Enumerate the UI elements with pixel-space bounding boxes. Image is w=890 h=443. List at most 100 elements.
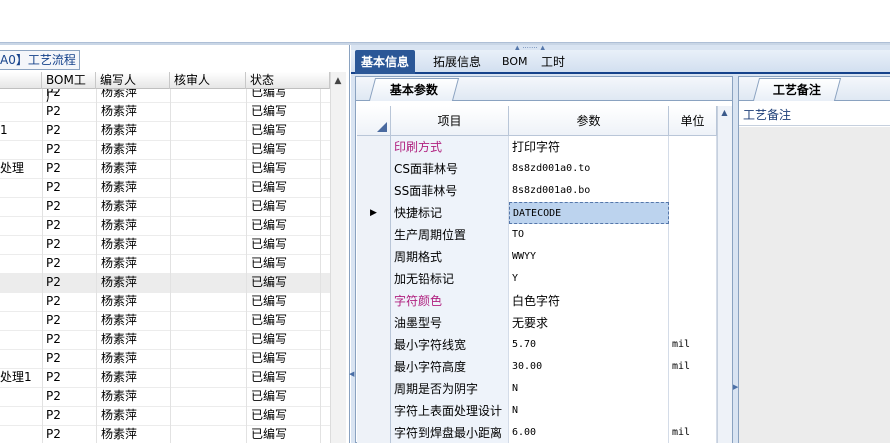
cell-process-name bbox=[0, 311, 40, 330]
process-list-header: BOM工厂 编写人 核审人 状态 bbox=[0, 72, 346, 104]
splitter-arrow-icon[interactable]: ◀ bbox=[349, 370, 354, 382]
current-row-arrow-icon[interactable]: ▶ bbox=[357, 202, 391, 224]
column-header-unit[interactable]: 单位 bbox=[669, 106, 717, 136]
row-selector[interactable] bbox=[357, 246, 391, 268]
row-selector[interactable] bbox=[357, 268, 391, 290]
table-row[interactable]: 1 P2 杨素萍 已编写 bbox=[0, 121, 330, 141]
column-header-status[interactable]: 状态 bbox=[246, 72, 330, 89]
cell-item: 印刷方式 bbox=[391, 136, 509, 158]
table-row[interactable]: 印刷方式 打印字符 bbox=[357, 136, 717, 159]
table-row[interactable]: P2 杨素萍 已编写 bbox=[0, 178, 330, 198]
table-row[interactable]: P2 杨素萍 已编写 bbox=[0, 387, 330, 407]
cell-value[interactable]: 白色字符 bbox=[509, 290, 669, 312]
column-header-reviewer[interactable]: 核审人 bbox=[170, 72, 246, 89]
cell-status: 已编写 bbox=[251, 389, 288, 403]
process-list-scrollbar[interactable] bbox=[330, 72, 346, 443]
table-row[interactable]: 周期是否为阴字 N bbox=[357, 378, 717, 401]
cell-value[interactable]: WWYY bbox=[509, 246, 669, 268]
tab-basic-params[interactable]: 基本参数 bbox=[368, 78, 460, 101]
table-row[interactable]: 字符到焊盘最小距离 6.00 mil bbox=[357, 422, 717, 443]
params-grid-scrollbar[interactable] bbox=[717, 106, 732, 443]
table-row[interactable]: P2 杨素萍 已编写 bbox=[0, 89, 330, 103]
table-row[interactable]: P2 杨素萍 已编写 bbox=[0, 273, 330, 293]
row-selector[interactable] bbox=[357, 400, 391, 422]
tab-work-hours[interactable]: 工时 bbox=[535, 50, 571, 74]
table-row[interactable]: P2 杨素萍 已编写 bbox=[0, 235, 330, 255]
cell-value[interactable]: 打印字符 bbox=[509, 136, 669, 158]
table-row[interactable]: P2 杨素萍 已编写 bbox=[0, 216, 330, 236]
cell-value[interactable]: N bbox=[509, 378, 669, 400]
table-row[interactable]: 加无铅标记 Y bbox=[357, 268, 717, 291]
table-row[interactable]: P2 杨素萍 已编写 bbox=[0, 292, 330, 312]
table-row[interactable]: SS面菲林号 8s8zd001a0.bo bbox=[357, 180, 717, 203]
table-row[interactable]: 处理1 P2 杨素萍 已编写 bbox=[0, 368, 330, 388]
column-header-name[interactable] bbox=[0, 72, 42, 89]
table-row[interactable]: 油墨型号 无要求 bbox=[357, 312, 717, 335]
cell-factory: P2 bbox=[46, 161, 61, 175]
cell-item: 字符颜色 bbox=[391, 290, 509, 312]
cell-reviewer bbox=[174, 197, 244, 216]
table-row[interactable]: P2 杨素萍 已编写 bbox=[0, 254, 330, 274]
table-row[interactable]: 生产周期位置 TO bbox=[357, 224, 717, 247]
column-divider bbox=[246, 89, 247, 443]
row-selector[interactable] bbox=[357, 312, 391, 334]
table-row[interactable]: P2 杨素萍 已编写 bbox=[0, 330, 330, 350]
cell-value[interactable]: N bbox=[509, 400, 669, 422]
table-row[interactable]: P2 杨素萍 已编写 bbox=[0, 197, 330, 217]
row-selector[interactable] bbox=[357, 224, 391, 246]
row-selector[interactable] bbox=[357, 378, 391, 400]
row-selector[interactable] bbox=[357, 290, 391, 312]
cell-reviewer bbox=[174, 121, 244, 140]
column-header-value[interactable]: 参数 bbox=[509, 106, 669, 136]
row-selector[interactable] bbox=[357, 334, 391, 356]
tab-basic-info[interactable]: 基本信息 bbox=[355, 50, 416, 74]
cell-value[interactable]: 8s8zd001a0.to bbox=[509, 158, 669, 180]
row-selector[interactable] bbox=[357, 158, 391, 180]
cell-writer: 杨素萍 bbox=[101, 370, 138, 384]
table-row[interactable]: 最小字符线宽 5.70 mil bbox=[357, 334, 717, 357]
cell-item: 周期格式 bbox=[391, 246, 509, 268]
cell-value[interactable]: DATECODE bbox=[509, 202, 669, 224]
cell-writer: 杨素萍 bbox=[101, 237, 138, 251]
cell-process-name bbox=[0, 273, 40, 292]
column-header-writer[interactable]: 编写人 bbox=[96, 72, 170, 89]
table-row[interactable]: P2 杨素萍 已编写 bbox=[0, 311, 330, 331]
row-selector[interactable] bbox=[357, 180, 391, 202]
cell-reviewer bbox=[174, 425, 244, 443]
tab-bom[interactable]: BOM bbox=[496, 50, 534, 74]
cell-value[interactable]: TO bbox=[509, 224, 669, 246]
table-row[interactable]: P2 杨素萍 已编写 bbox=[0, 140, 330, 160]
column-header-item[interactable]: 项目 bbox=[391, 106, 509, 136]
cell-status: 已编写 bbox=[251, 123, 288, 137]
cell-writer: 杨素萍 bbox=[101, 256, 138, 270]
tab-extended-info[interactable]: 拓展信息 bbox=[427, 50, 487, 74]
cell-writer: 杨素萍 bbox=[101, 313, 138, 327]
tab-process-flow[interactable]: A0】工艺流程 bbox=[0, 50, 80, 70]
cell-value[interactable]: Y bbox=[509, 268, 669, 290]
table-row[interactable]: P2 杨素萍 已编写 bbox=[0, 406, 330, 426]
process-notes-textarea[interactable] bbox=[739, 127, 890, 443]
table-row[interactable]: 最小字符高度 30.00 mil bbox=[357, 356, 717, 379]
row-selector[interactable] bbox=[357, 356, 391, 378]
row-selector[interactable] bbox=[357, 422, 391, 443]
cell-value[interactable]: 6.00 bbox=[509, 422, 669, 443]
column-header-factory[interactable]: BOM工厂 bbox=[42, 72, 96, 104]
table-row[interactable]: 周期格式 WWYY bbox=[357, 246, 717, 269]
table-row[interactable]: P2 杨素萍 已编写 bbox=[0, 425, 330, 443]
table-row[interactable]: P2 杨素萍 已编写 bbox=[0, 349, 330, 369]
table-row[interactable]: CS面菲林号 8s8zd001a0.to bbox=[357, 158, 717, 181]
table-row[interactable]: 字符颜色 白色字符 bbox=[357, 290, 717, 313]
table-row[interactable]: ▶ 快捷标记 DATECODE bbox=[357, 202, 717, 225]
row-selector[interactable] bbox=[357, 136, 391, 158]
cell-value[interactable]: 8s8zd001a0.bo bbox=[509, 180, 669, 202]
cell-value[interactable]: 5.70 bbox=[509, 334, 669, 356]
table-row[interactable]: P2 杨素萍 已编写 bbox=[0, 102, 330, 122]
table-row[interactable]: 字符上表面处理设计 N bbox=[357, 400, 717, 423]
scroll-up-arrow-icon[interactable]: ▲ bbox=[333, 76, 343, 86]
table-row[interactable]: 处理 P2 杨素萍 已编写 bbox=[0, 159, 330, 179]
cell-value[interactable]: 无要求 bbox=[509, 312, 669, 334]
scroll-up-arrow-icon[interactable]: ▲ bbox=[719, 108, 730, 118]
cell-value[interactable]: 30.00 bbox=[509, 356, 669, 378]
cell-reviewer bbox=[174, 159, 244, 178]
tab-process-notes[interactable]: 工艺备注 bbox=[752, 78, 842, 101]
